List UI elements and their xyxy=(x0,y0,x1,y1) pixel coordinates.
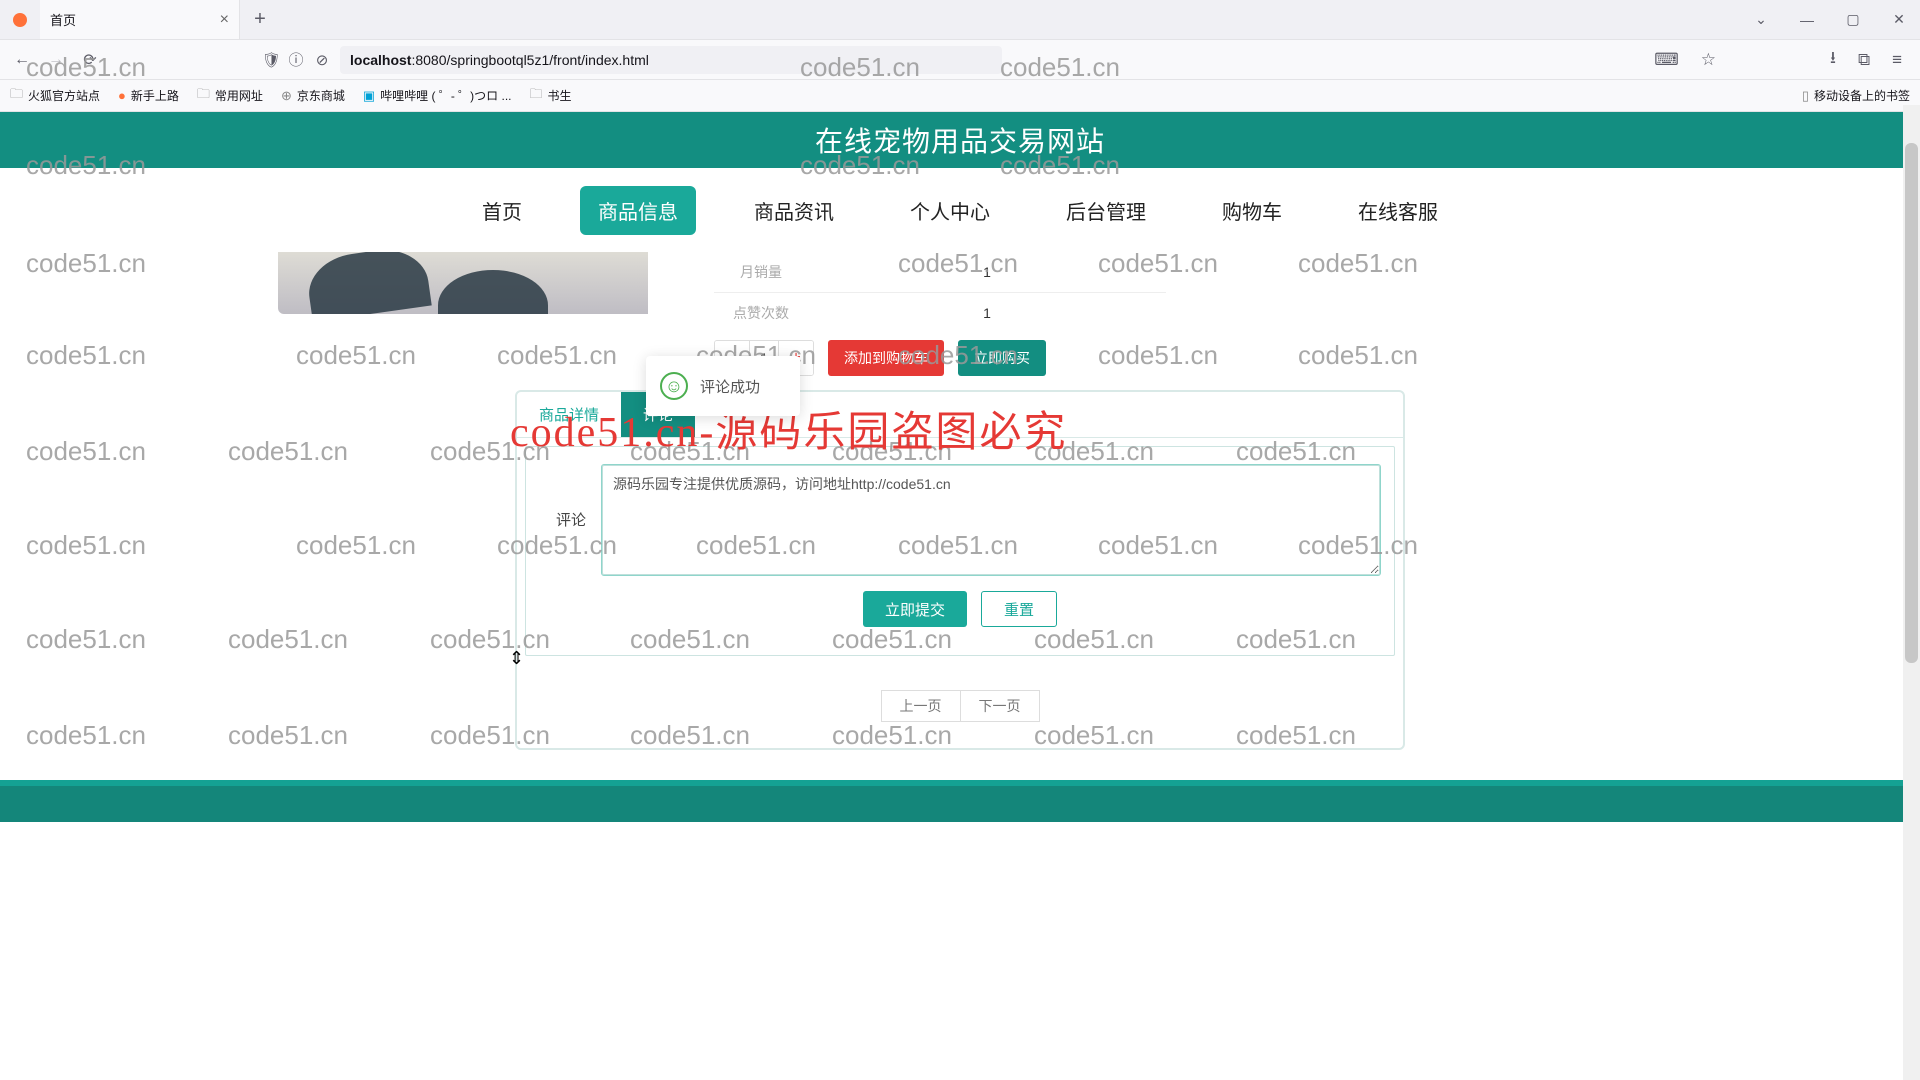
add-to-cart-button[interactable]: 添加到购物车 xyxy=(828,340,944,376)
vertical-scrollbar[interactable] xyxy=(1903,105,1920,1080)
comment-label: 评论 xyxy=(540,465,586,530)
comment-textarea[interactable] xyxy=(602,465,1380,575)
nav-cart[interactable]: 购物车 xyxy=(1204,186,1300,235)
bilibili-icon: ▣ xyxy=(363,88,375,104)
extensions-icon[interactable]: ⧉ xyxy=(1858,50,1870,70)
nav-admin[interactable]: 后台管理 xyxy=(1048,186,1164,235)
tab-close-icon[interactable]: × xyxy=(220,11,229,29)
nav-profile[interactable]: 个人中心 xyxy=(892,186,1008,235)
submit-button[interactable]: 立即提交 xyxy=(863,591,967,627)
bookmark-item[interactable]: ●新手上路 xyxy=(118,87,179,104)
info-icon[interactable]: ⓘ xyxy=(288,49,304,70)
check-circle-icon: ☺ xyxy=(660,372,688,400)
tab-detail[interactable]: 商品详情 xyxy=(517,392,621,437)
url-path: /springbootql5z1/front/index.html xyxy=(447,52,649,68)
nav-support[interactable]: 在线客服 xyxy=(1340,186,1456,235)
downloads-icon[interactable]: ⭳ xyxy=(1830,45,1836,74)
browser-tab-strip: 首页 × + ⌄ — ▢ ✕ xyxy=(0,0,1920,40)
resize-cursor-icon: ⇕ xyxy=(509,648,524,669)
site-footer xyxy=(0,780,1920,822)
folder-icon: 🗀 xyxy=(10,85,23,107)
firefox-icon xyxy=(0,0,40,39)
site-title: 在线宠物用品交易网站 xyxy=(0,112,1920,168)
bookmark-item[interactable]: 🗀常用网址 xyxy=(197,85,263,107)
buy-now-button[interactable]: 立即购买 xyxy=(958,340,1046,376)
bookmark-star-icon[interactable]: ☆ xyxy=(1701,50,1716,70)
info-value: 1 xyxy=(808,264,1166,280)
bookmarks-bar: 🗀火狐官方站点 ●新手上路 🗀常用网址 ⊕京东商城 ▣哔哩哔哩 ( ゜- ゜)つ… xyxy=(0,80,1920,112)
bookmark-item[interactable]: ▣哔哩哔哩 ( ゜- ゜)つロ ... xyxy=(363,87,512,104)
info-value: 1 xyxy=(808,305,1166,321)
next-page-button[interactable]: 下一页 xyxy=(961,690,1040,722)
pagination: 上一页 下一页 xyxy=(517,690,1403,722)
url-input[interactable]: localhost:8080/springbootql5z1/front/ind… xyxy=(340,46,1002,74)
site-nav: 首页 商品信息 商品资讯 个人中心 后台管理 购物车 在线客服 xyxy=(0,168,1920,252)
bookmark-item[interactable]: 🗀火狐官方站点 xyxy=(10,85,100,107)
window-close-icon[interactable]: ✕ xyxy=(1888,11,1910,28)
menu-icon[interactable]: ≡ xyxy=(1892,50,1902,70)
product-section: 月销量 1 点赞次数 1 - + 添加到购物车 立即购买 xyxy=(0,252,1920,380)
info-label: 点赞次数 xyxy=(714,303,808,323)
comment-form: 评论 立即提交 重置 xyxy=(525,446,1395,656)
browser-address-bar: ← → ⟳ 🛡 ⓘ ⊘ localhost:8080/springbootql5… xyxy=(0,40,1920,80)
new-tab-button[interactable]: + xyxy=(240,0,280,39)
bookmark-item[interactable]: ⊕京东商城 xyxy=(281,87,345,104)
translate-icon[interactable]: ⌨ xyxy=(1654,50,1679,70)
forward-button[interactable]: → xyxy=(44,51,68,69)
permissions-icon[interactable]: ⊘ xyxy=(314,51,330,69)
tabs-dropdown-icon[interactable]: ⌄ xyxy=(1750,11,1772,28)
window-minimize-icon[interactable]: — xyxy=(1796,12,1818,28)
mobile-icon: ▯ xyxy=(1802,88,1809,104)
nav-home[interactable]: 首页 xyxy=(464,186,540,235)
toast-message: 评论成功 xyxy=(700,376,760,397)
detail-card: 商品详情 评论 评论 立即提交 重置 上一页 下一页 xyxy=(515,390,1405,750)
url-host: localhost xyxy=(350,52,411,68)
globe-icon: ⊕ xyxy=(281,88,292,104)
nav-news[interactable]: 商品资讯 xyxy=(736,186,852,235)
url-port: :8080 xyxy=(411,52,446,68)
window-maximize-icon[interactable]: ▢ xyxy=(1842,11,1864,28)
prev-page-button[interactable]: 上一页 xyxy=(881,690,961,722)
folder-icon: 🗀 xyxy=(197,85,210,107)
info-row: 点赞次数 1 xyxy=(714,292,1166,332)
browser-tab[interactable]: 首页 × xyxy=(40,0,240,39)
page-content: 在线宠物用品交易网站 首页 商品信息 商品资讯 个人中心 后台管理 购物车 在线… xyxy=(0,112,1920,1080)
scrollbar-thumb[interactable] xyxy=(1905,143,1918,663)
reload-button[interactable]: ⟳ xyxy=(78,50,102,70)
info-label: 月销量 xyxy=(714,262,808,282)
mobile-bookmarks[interactable]: ▯移动设备上的书签 xyxy=(1802,87,1910,104)
firefox-icon: ● xyxy=(118,88,126,103)
shield-icon[interactable]: 🛡 xyxy=(262,51,278,69)
tab-title: 首页 xyxy=(50,10,76,29)
product-image xyxy=(278,252,648,314)
reset-button[interactable]: 重置 xyxy=(981,591,1057,627)
info-row: 月销量 1 xyxy=(714,252,1166,292)
toast-success: ☺ 评论成功 xyxy=(646,356,800,416)
nav-products[interactable]: 商品信息 xyxy=(580,186,696,235)
bookmark-item[interactable]: 🗀书生 xyxy=(529,85,571,107)
back-button[interactable]: ← xyxy=(10,51,34,69)
folder-icon: 🗀 xyxy=(529,85,542,107)
